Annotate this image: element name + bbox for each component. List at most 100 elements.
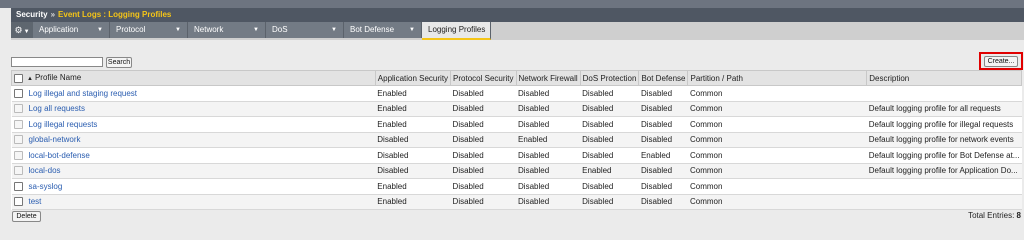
- chevron-down-icon: ▼: [331, 27, 337, 33]
- cell-bot-defense: Disabled: [638, 132, 688, 148]
- table-row[interactable]: Log illegal and staging request Enabled Di…: [11, 85, 1022, 102]
- table-row[interactable]: global-network Disabled Disabled Enabled Dis…: [11, 132, 1022, 148]
- breadcrumb: Security» Event Logs : Logging Profiles: [11, 8, 1024, 22]
- tab-application[interactable]: Application ▼: [33, 22, 110, 38]
- cell-dos-protection: Disabled: [580, 178, 639, 195]
- delete-button[interactable]: Delete: [12, 211, 41, 222]
- cell-partition-path: Common: [687, 147, 867, 164]
- breadcrumb-path[interactable]: Event Logs : Logging Profiles: [58, 10, 171, 19]
- cell-dos-protection: Disabled: [580, 132, 639, 148]
- cell-bot-defense: Disabled: [638, 85, 688, 102]
- column-partition-path[interactable]: Partition / Path: [687, 70, 868, 86]
- table-row[interactable]: local-bot-defense Disabled Disabled Disable…: [11, 147, 1022, 164]
- column-application-security[interactable]: Application Security: [374, 70, 452, 86]
- gear-icon: ⚙: [14, 25, 23, 35]
- cell-description: Default logging profile for Application …: [866, 163, 1022, 179]
- cell-bot-defense: Disabled: [638, 194, 688, 210]
- tab-label: Network: [194, 25, 224, 34]
- cell-dos-protection: Enabled: [580, 163, 639, 179]
- cell-bot-defense: Disabled: [638, 178, 688, 195]
- cell-network-firewall: Enabled: [516, 132, 581, 148]
- cell-profile-name: sa-syslog: [11, 178, 376, 195]
- profile-name-link[interactable]: Log illegal requests: [29, 120, 98, 129]
- cell-protocol-security: Disabled: [450, 194, 517, 210]
- cell-dos-protection: Disabled: [580, 147, 639, 164]
- cell-application-security: Disabled: [375, 163, 451, 179]
- tab-network[interactable]: Network ▼: [188, 22, 266, 38]
- tab-protocol[interactable]: Protocol ▼: [110, 22, 188, 38]
- row-checkbox[interactable]: [13, 181, 23, 191]
- profile-name-link[interactable]: global-network: [29, 135, 81, 144]
- cell-network-firewall: Disabled: [516, 116, 581, 133]
- cell-partition-path: Common: [687, 85, 867, 102]
- profile-name-link[interactable]: Log all requests: [29, 104, 85, 113]
- nav-bar: ⚙▼ Application ▼ Protocol ▼ Network ▼ DoS ▼ …: [11, 22, 1024, 40]
- cell-profile-name: local-dos: [11, 163, 376, 179]
- cell-partition-path: Common: [687, 101, 867, 117]
- gear-menu-button[interactable]: ⚙▼: [11, 22, 33, 38]
- tab-bot-defense[interactable]: Bot Defense ▼: [344, 22, 422, 38]
- table-body: Log illegal and staging request Enabled Di…: [11, 85, 1022, 210]
- table-row[interactable]: test Enabled Disabled Disabled Disabled Disab…: [11, 194, 1022, 210]
- profile-name-link[interactable]: sa-syslog: [29, 182, 63, 191]
- cell-partition-path: Common: [687, 116, 867, 133]
- column-profile-name[interactable]: ▲ Profile Name: [11, 70, 376, 86]
- table-row[interactable]: Log all requests Enabled Disabled Disabled D…: [11, 101, 1022, 117]
- row-checkbox: [13, 135, 23, 145]
- cell-application-security: Disabled: [375, 147, 451, 164]
- chevron-down-icon: ▼: [253, 27, 259, 33]
- cell-protocol-security: Disabled: [450, 116, 517, 133]
- table-row[interactable]: local-dos Disabled Disabled Disabled Enabled…: [11, 163, 1022, 179]
- logging-profiles-table: ▲ Profile Name Application Security Proto…: [11, 70, 1022, 210]
- table-header-row: ▲ Profile Name Application Security Proto…: [11, 70, 1022, 86]
- column-label: Profile Name: [34, 73, 82, 83]
- table-row[interactable]: sa-syslog Enabled Disabled Disabled Disabled…: [11, 178, 1022, 195]
- profile-name-link[interactable]: local-dos: [29, 166, 61, 175]
- row-checkbox[interactable]: [13, 197, 23, 207]
- cell-partition-path: Common: [687, 194, 867, 210]
- create-button[interactable]: Create...: [984, 56, 1018, 67]
- cell-network-firewall: Disabled: [516, 85, 581, 102]
- tab-label: DoS: [272, 25, 288, 34]
- cell-description: [866, 85, 1022, 102]
- cell-profile-name: global-network: [11, 132, 376, 148]
- cell-bot-defense: Enabled: [638, 147, 688, 164]
- breadcrumb-section: Security: [16, 10, 48, 19]
- profile-name-link[interactable]: local-bot-defense: [29, 151, 90, 160]
- column-description[interactable]: Description: [866, 70, 1022, 86]
- cell-application-security: Enabled: [375, 101, 451, 117]
- search-input[interactable]: [11, 57, 103, 67]
- cell-network-firewall: Disabled: [516, 101, 581, 117]
- profile-name-link[interactable]: Log illegal and staging request: [29, 89, 138, 98]
- cell-network-firewall: Disabled: [516, 147, 581, 164]
- tab-logging-profiles[interactable]: Logging Profiles: [422, 22, 491, 40]
- chevron-down-icon: ▼: [23, 29, 30, 35]
- cell-bot-defense: Disabled: [638, 163, 688, 179]
- cell-description: [866, 178, 1022, 195]
- cell-partition-path: Common: [687, 163, 867, 179]
- cell-application-security: Enabled: [375, 178, 451, 195]
- cell-protocol-security: Disabled: [450, 85, 517, 102]
- cell-description: Default logging profile for illegal requ…: [866, 116, 1022, 133]
- row-checkbox: [13, 119, 23, 129]
- chevron-down-icon: ▼: [175, 27, 181, 33]
- tab-label: Protocol: [116, 25, 146, 34]
- column-bot-defense[interactable]: Bot Defense: [638, 70, 689, 86]
- cell-dos-protection: Disabled: [580, 194, 639, 210]
- column-protocol-security[interactable]: Protocol Security: [450, 70, 517, 86]
- tab-dos[interactable]: DoS ▼: [266, 22, 344, 38]
- tab-label: Logging Profiles: [428, 25, 486, 34]
- select-all-checkbox[interactable]: [14, 73, 23, 83]
- table-row[interactable]: Log illegal requests Enabled Disabled Disab…: [11, 116, 1022, 133]
- cell-profile-name: Log all requests: [11, 101, 376, 117]
- row-checkbox[interactable]: [13, 88, 23, 98]
- cell-bot-defense: Disabled: [638, 101, 688, 117]
- column-network-firewall[interactable]: Network Firewall: [515, 70, 581, 86]
- cell-bot-defense: Disabled: [638, 116, 688, 133]
- cell-application-security: Enabled: [375, 194, 451, 210]
- search-button[interactable]: Search: [106, 57, 132, 68]
- profile-name-link[interactable]: test: [29, 197, 42, 206]
- cell-protocol-security: Disabled: [450, 101, 517, 117]
- cell-application-security: Enabled: [375, 85, 451, 102]
- column-dos-protection[interactable]: DoS Protection: [579, 70, 640, 86]
